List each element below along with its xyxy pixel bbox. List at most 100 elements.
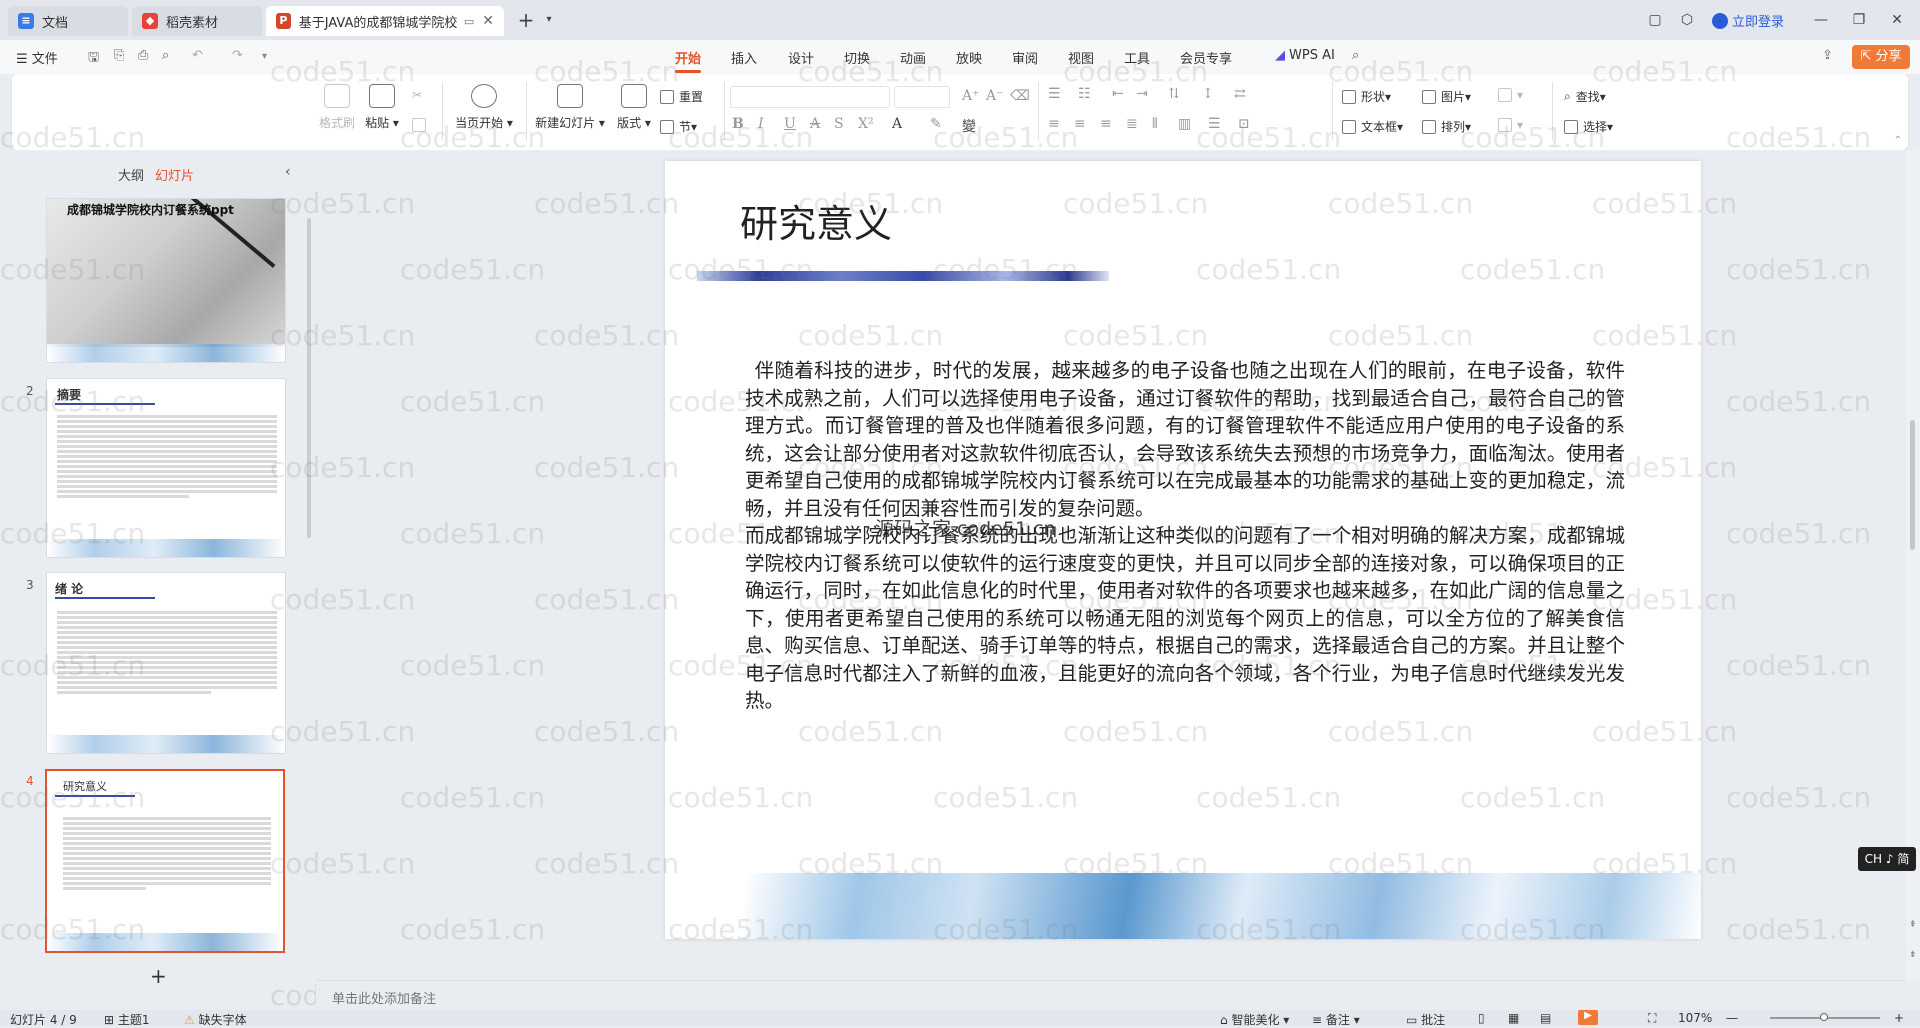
- numbering-icon[interactable]: ☷: [1078, 86, 1091, 102]
- tab-review[interactable]: 审阅: [1012, 48, 1038, 67]
- superscript-icon[interactable]: X²: [858, 116, 874, 132]
- textbox-button[interactable]: 文本框 ▾: [1342, 118, 1403, 135]
- panel-scrollbar[interactable]: [307, 218, 311, 538]
- align-center-icon[interactable]: ≡: [1074, 116, 1086, 132]
- ime-indicator[interactable]: CH ♪ 简: [1858, 847, 1916, 871]
- slide-thumbnail-2[interactable]: 摘要: [46, 378, 286, 558]
- slides-tab[interactable]: 幻灯片: [155, 165, 194, 184]
- fill-button[interactable]: ▾: [1498, 88, 1523, 102]
- find-button[interactable]: ⌕ 查找 ▾: [1564, 88, 1606, 105]
- tab-tools[interactable]: 工具: [1124, 48, 1150, 67]
- column-icon[interactable]: ▥: [1178, 116, 1191, 132]
- cut-icon[interactable]: ✂: [412, 88, 422, 102]
- smart-beautify-button[interactable]: ⌂ 智能美化 ▾: [1220, 1011, 1289, 1028]
- scrollbar-thumb[interactable]: [1910, 420, 1915, 550]
- play-slideshow-button[interactable]: ▶: [1578, 1010, 1598, 1025]
- outline-tab[interactable]: 大纲: [118, 165, 144, 184]
- line-spacing-icon[interactable]: ↕: [1202, 86, 1214, 102]
- next-slide-icon[interactable]: ⇟: [1909, 950, 1917, 960]
- tab-insert[interactable]: 插入: [731, 48, 757, 67]
- tab-transition[interactable]: 切换: [844, 48, 870, 67]
- reset-button[interactable]: 重置: [660, 88, 703, 105]
- decrease-font-icon[interactable]: A⁻: [986, 88, 1004, 104]
- arrange-button[interactable]: 排列 ▾: [1422, 118, 1471, 135]
- outdent-icon[interactable]: ⇤: [1112, 86, 1124, 102]
- font-size-select[interactable]: [894, 86, 950, 108]
- zoom-level[interactable]: 107%: [1678, 1011, 1712, 1025]
- tab-presentation[interactable]: P 基于JAVA的成都锦城学院校 ▭ ✕: [266, 6, 504, 36]
- search-icon[interactable]: ⌕: [1352, 48, 1359, 63]
- print-icon[interactable]: ⎙: [138, 48, 148, 63]
- convert-icon[interactable]: ⇄: [1234, 86, 1246, 102]
- new-slide-button[interactable]: 新建幻灯片 ▾: [530, 84, 610, 131]
- slide-sorter-icon[interactable]: ▦: [1508, 1011, 1519, 1025]
- notes-toggle[interactable]: ≡ 备注 ▾: [1312, 1011, 1360, 1028]
- tab-design[interactable]: 设计: [788, 48, 814, 67]
- add-slide-icon[interactable]: +: [150, 964, 167, 988]
- italic-icon[interactable]: I: [758, 116, 764, 132]
- outline-button[interactable]: ▾: [1498, 118, 1523, 132]
- share-button[interactable]: ⇱ 分享: [1852, 45, 1910, 69]
- play-from-current-button[interactable]: 当页开始 ▾: [448, 84, 520, 131]
- format-painter-button[interactable]: 格式刷: [312, 84, 362, 131]
- paste-button[interactable]: 粘贴 ▾: [358, 84, 406, 131]
- export-icon[interactable]: ⎘: [114, 48, 124, 63]
- missing-font-indicator[interactable]: ⚠ 缺失字体: [184, 1011, 247, 1028]
- normal-view-icon[interactable]: ▯: [1478, 1011, 1485, 1025]
- font-color-icon[interactable]: A: [892, 116, 902, 132]
- zoom-in-icon[interactable]: +: [1894, 1011, 1904, 1025]
- smart-art-icon[interactable]: ⊡: [1238, 116, 1250, 132]
- copy-icon[interactable]: [412, 118, 431, 132]
- notes-pane[interactable]: 单击此处添加备注: [316, 980, 1906, 1010]
- cube-icon[interactable]: ⬡: [1676, 10, 1698, 32]
- highlight-icon[interactable]: ✎: [930, 116, 942, 132]
- text-direction-icon[interactable]: ⇅: [1168, 86, 1180, 102]
- screen-icon[interactable]: ▭: [464, 15, 474, 28]
- fit-window-icon[interactable]: ⛶: [1648, 1011, 1656, 1026]
- paragraph-spacing-icon[interactable]: ☰: [1208, 116, 1221, 132]
- picture-button[interactable]: 图片 ▾: [1422, 88, 1471, 105]
- minimize-icon[interactable]: —: [1810, 10, 1832, 32]
- align-left-icon[interactable]: ≡: [1048, 116, 1060, 132]
- select-button[interactable]: 选择 ▾: [1564, 118, 1613, 135]
- bullets-icon[interactable]: ☰: [1048, 86, 1061, 102]
- prev-slide-icon[interactable]: ⇞: [1909, 920, 1917, 930]
- undo-icon[interactable]: ↶: [192, 48, 203, 63]
- theme-indicator[interactable]: ⊞ 主题1: [104, 1011, 150, 1028]
- tab-animation[interactable]: 动画: [900, 48, 926, 67]
- print-preview-icon[interactable]: ⌕: [162, 48, 169, 63]
- collapse-ribbon-icon[interactable]: ⌃: [1894, 135, 1902, 146]
- tab-home[interactable]: 开始: [675, 48, 702, 73]
- indent-icon[interactable]: ⇥: [1136, 86, 1148, 102]
- underline-icon[interactable]: U: [784, 116, 796, 132]
- shape-button[interactable]: 形状 ▾: [1342, 88, 1391, 105]
- slide-thumbnail-4[interactable]: 研究意义: [45, 769, 285, 953]
- restore-icon[interactable]: ❐: [1848, 10, 1870, 32]
- bold-icon[interactable]: B: [732, 116, 744, 132]
- new-tab-icon[interactable]: +: [515, 10, 537, 32]
- close-window-icon[interactable]: ✕: [1886, 10, 1908, 32]
- distribute-icon[interactable]: ⫴: [1152, 116, 1158, 132]
- tab-member[interactable]: 会员专享: [1180, 48, 1232, 67]
- zoom-slider-thumb[interactable]: [1820, 1013, 1828, 1021]
- tab-slideshow[interactable]: 放映: [956, 48, 982, 67]
- zoom-out-icon[interactable]: —: [1726, 1011, 1738, 1025]
- current-slide[interactable]: 研究意义 伴随着科技的进步，时代的发展，越来越多的电子设备也随之出现在人们的眼前…: [665, 161, 1701, 939]
- chevron-down-icon[interactable]: ▾: [538, 10, 560, 32]
- save-icon[interactable]: 🖫: [88, 48, 99, 70]
- font-name-select[interactable]: [730, 86, 890, 108]
- increase-font-icon[interactable]: A⁺: [962, 88, 980, 104]
- slide-thumbnail-1[interactable]: 成都锦城学院校内订餐系统ppt: [46, 198, 286, 363]
- login-button[interactable]: 立即登录: [1712, 11, 1784, 30]
- section-button[interactable]: 节 ▾: [660, 118, 697, 135]
- quick-access-dropdown-icon[interactable]: ▾: [262, 51, 267, 62]
- strikethrough-icon[interactable]: A: [810, 116, 820, 132]
- window-layout-icon[interactable]: ▢: [1644, 10, 1666, 32]
- wps-ai-button[interactable]: ◢ WPS AI: [1275, 48, 1335, 63]
- clear-format-icon[interactable]: ⌫: [1010, 88, 1030, 104]
- cloud-upload-icon[interactable]: ⇪: [1822, 48, 1833, 63]
- comments-toggle[interactable]: ▭ 批注: [1406, 1011, 1445, 1028]
- justify-icon[interactable]: ≣: [1126, 116, 1138, 132]
- slide-thumbnail-3[interactable]: 绪 论: [46, 572, 286, 754]
- shadow-icon[interactable]: S: [834, 116, 844, 132]
